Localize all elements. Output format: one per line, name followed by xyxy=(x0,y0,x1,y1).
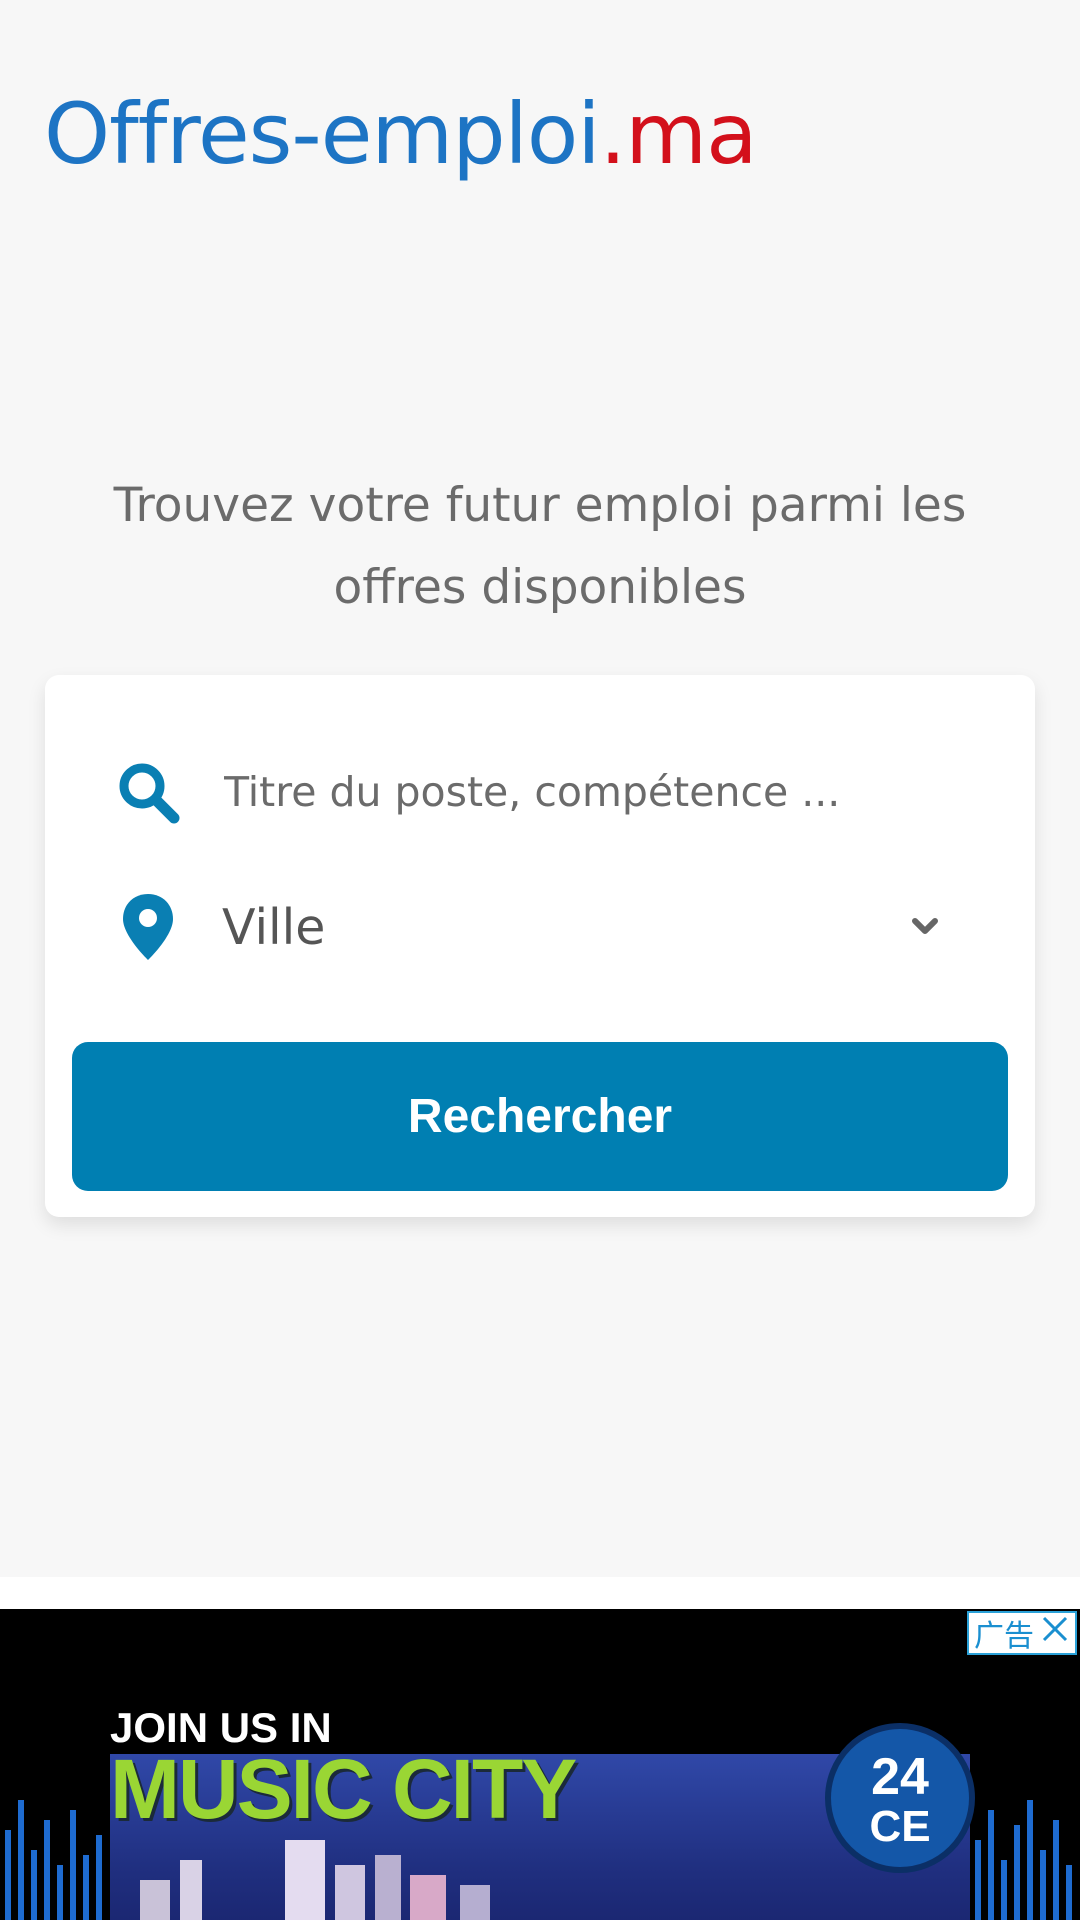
city-select[interactable]: Ville xyxy=(45,882,1035,972)
logo-main-text: Offres-emploi xyxy=(44,85,601,183)
ad-badge-text: CE xyxy=(869,1802,931,1851)
section-divider xyxy=(0,1577,1080,1609)
site-logo[interactable]: Offres-emploi.ma xyxy=(44,92,758,176)
close-icon[interactable] xyxy=(1040,1614,1070,1652)
search-row xyxy=(45,747,1035,837)
job-search-input[interactable] xyxy=(222,756,986,828)
ad-badge-number: 24 xyxy=(871,1748,929,1806)
advertisement-banner[interactable]: JOIN US IN MUSIC CITY 24 CE 广告 xyxy=(0,1609,1080,1920)
search-button[interactable]: Rechercher xyxy=(72,1042,1008,1191)
map-marker-icon xyxy=(113,892,183,962)
page-tagline: Trouvez votre futur emploi parmi les off… xyxy=(113,478,967,615)
city-select-value: Ville xyxy=(222,898,326,956)
search-card: Ville Rechercher xyxy=(45,675,1035,1217)
ad-label-text: 广告 xyxy=(974,1619,1034,1654)
search-icon xyxy=(113,757,183,827)
ad-equalizer-right xyxy=(975,1800,1072,1920)
ad-badge: 24 CE xyxy=(825,1723,975,1873)
ad-headline-big: MUSIC CITY xyxy=(110,1742,577,1836)
ad-equalizer-left xyxy=(5,1800,102,1920)
ad-label[interactable]: 广告 xyxy=(967,1611,1077,1655)
chevron-down-icon xyxy=(905,907,945,947)
logo-suffix-text: .ma xyxy=(599,85,758,183)
